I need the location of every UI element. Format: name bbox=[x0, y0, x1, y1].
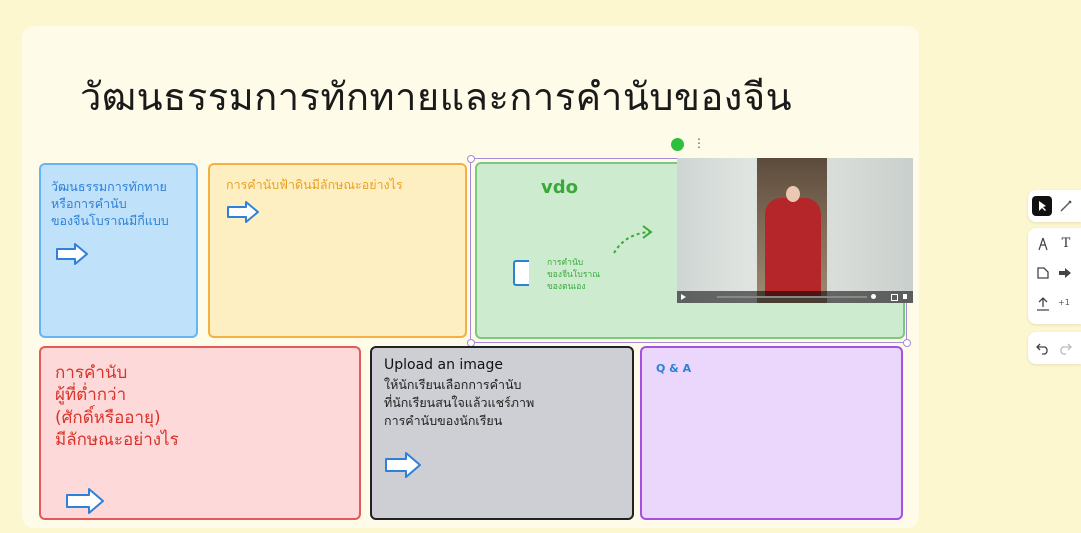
video-controls[interactable] bbox=[677, 291, 913, 303]
volume-icon[interactable] bbox=[903, 294, 907, 299]
status-dot[interactable] bbox=[671, 138, 684, 151]
cursor-icon bbox=[1039, 201, 1046, 211]
arrow-right-icon bbox=[56, 243, 88, 265]
shape-arrow-icon[interactable] bbox=[1058, 266, 1072, 280]
video-figure-head bbox=[786, 186, 800, 202]
card-red-text: การคำนับ ผู้ที่ต่ำกว่า (ศักดิ์หรืออายุ) … bbox=[55, 363, 179, 451]
card-green-heading: vdo bbox=[541, 177, 578, 198]
progress-bar[interactable] bbox=[717, 296, 867, 298]
resize-handle[interactable] bbox=[903, 339, 911, 347]
board-title: วัฒนธรรมการทักทายและการคำนับของจีน bbox=[80, 75, 793, 119]
upload-icon[interactable] bbox=[1036, 296, 1050, 312]
card-red[interactable]: การคำนับ ผู้ที่ต่ำกว่า (ศักดิ์หรืออายุ) … bbox=[39, 346, 361, 520]
arrow-right-icon bbox=[66, 488, 104, 514]
card-gray-heading: Upload an image bbox=[384, 357, 504, 373]
card-orange-text: การคำนับฟ้าดินมีลักษณะอย่างไร bbox=[226, 177, 403, 192]
undo-icon[interactable] bbox=[1036, 341, 1050, 355]
video-player[interactable] bbox=[677, 158, 913, 303]
card-purple[interactable]: Q & A bbox=[640, 346, 903, 520]
toolbar-group-tools: T +1 bbox=[1028, 228, 1081, 324]
curved-arrow-icon bbox=[613, 225, 653, 254]
arrow-right-icon bbox=[227, 201, 259, 223]
right-toolbar: T +1 bbox=[1028, 190, 1081, 370]
resize-handle[interactable] bbox=[467, 155, 475, 163]
toolbar-group-history bbox=[1028, 332, 1081, 364]
card-gray-text: ให้นักเรียนเลือกการคำนับ ที่นักเรียนสนใจ… bbox=[384, 377, 535, 429]
card-blue-text: วัฒนธรรมการทักทาย หรือการคำนับ ของจีนโบร… bbox=[51, 179, 169, 228]
card-blue[interactable]: วัฒนธรรมการทักทาย หรือการคำนับ ของจีนโบร… bbox=[39, 163, 198, 338]
small-arrow-shape[interactable] bbox=[513, 260, 529, 286]
sticky-note-icon[interactable] bbox=[1036, 266, 1050, 280]
settings-icon[interactable] bbox=[871, 294, 876, 299]
select-tool-button[interactable] bbox=[1032, 196, 1052, 216]
card-purple-heading: Q & A bbox=[656, 362, 692, 375]
card-green-note: การคำนับ ของจีนโบราณ ของตนเอง bbox=[547, 258, 601, 292]
arrow-right-icon bbox=[385, 452, 421, 478]
magic-wand-icon[interactable] bbox=[1058, 198, 1074, 214]
video-figure bbox=[765, 198, 821, 298]
more-tools-badge[interactable]: +1 bbox=[1058, 298, 1070, 307]
pen-icon[interactable] bbox=[1036, 236, 1050, 252]
play-icon[interactable] bbox=[681, 294, 686, 300]
toolbar-group-select bbox=[1028, 190, 1081, 222]
card-orange[interactable]: การคำนับฟ้าดินมีลักษณะอย่างไร bbox=[208, 163, 467, 338]
more-options-button[interactable]: ⋮ bbox=[693, 136, 705, 150]
card-gray[interactable]: Upload an image ให้นักเรียนเลือกการคำนับ… bbox=[370, 346, 634, 520]
redo-icon[interactable] bbox=[1058, 341, 1072, 355]
text-tool-button[interactable]: T bbox=[1056, 234, 1076, 254]
fullscreen-icon[interactable] bbox=[891, 294, 898, 301]
